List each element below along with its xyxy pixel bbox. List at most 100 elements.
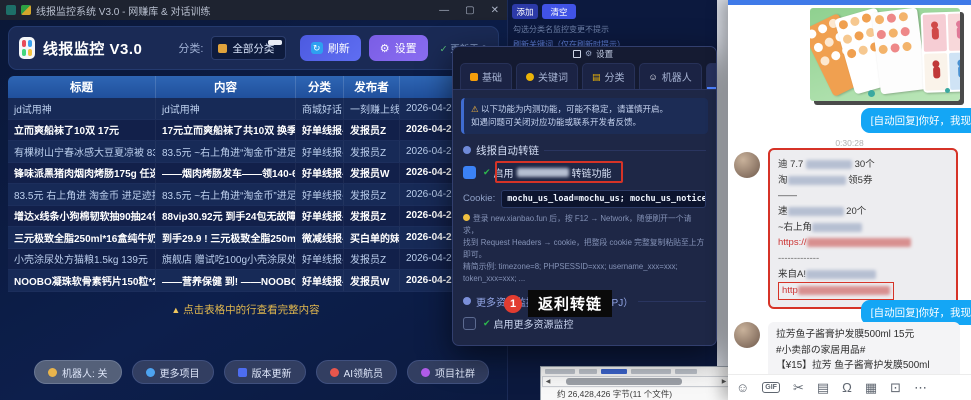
deal-message[interactable]: 拉芳鱼子酱膏护发膜500ml 15元 #小卖部の家居用品# 【¥15】拉芳 鱼子…: [768, 322, 960, 379]
key-icon: [526, 73, 534, 81]
msg-link[interactable]: http: [782, 285, 798, 296]
msg-text: 【¥15】拉芳 鱼子酱膏护发膜500ml: [776, 358, 952, 374]
msg-text: 来自A!: [778, 269, 806, 280]
msg-text: 淘: [778, 175, 788, 186]
people-icon: [463, 297, 471, 305]
table-row[interactable]: 增达x线条小狗棉韧软抽90抽24包 ... 88vip30.92元 到手24包无…: [8, 206, 499, 228]
msg-text: 拉芳鱼子酱膏护发膜500ml 15元: [776, 327, 952, 343]
link-icon: [463, 146, 471, 154]
link-convert-checkbox[interactable]: [463, 166, 476, 179]
scroll-thumb[interactable]: [566, 378, 682, 385]
clear-button[interactable]: 清空: [542, 4, 576, 19]
avatar[interactable]: [734, 152, 760, 178]
editor-window: ◀ ▶ 约 26,428,426 字节(11 个文件): [540, 366, 732, 400]
image-icon[interactable]: ▦: [865, 380, 877, 396]
table-row[interactable]: jd试用神 jd试用神 商城好话 一刻赚上线... 2026-04-22 21:…: [8, 98, 499, 120]
headset-icon[interactable]: Ω: [842, 380, 852, 395]
horizontal-scrollbar[interactable]: ◀ ▶: [542, 376, 730, 387]
scroll-track[interactable]: [553, 377, 719, 386]
redacted-block: [806, 160, 852, 169]
redacted-block: [788, 176, 846, 185]
table-header: 标题 内容 分类 发布者 时间: [8, 76, 499, 98]
flame-icon: [470, 73, 478, 81]
more-resources-checkbox[interactable]: [463, 317, 476, 330]
redacted-deal-message[interactable]: 迪 7.7 30个 淘 领5券 —— 速 20个 ~右上角 https:// -…: [768, 148, 958, 309]
table-row[interactable]: 有棵树山宁春冰感大豆夏凉被 83.5元 83.5元 ~右上角进“淘金币”进足迹.…: [8, 141, 499, 163]
tab-beta[interactable]: ✎ 内测: [706, 63, 717, 89]
tab-keywords[interactable]: 关键词: [516, 63, 578, 89]
settings-button[interactable]: ⚙ 设置: [369, 35, 428, 61]
window-capture-icon[interactable]: ⊡: [890, 380, 901, 396]
row-content: jd试用神: [156, 98, 296, 119]
table-row[interactable]: 83.5元 右上角进 淘金币 进足迹拍 有... 83.5元 ~右上角进“淘金币…: [8, 184, 499, 206]
table-row[interactable]: 锋味派黑猪肉烟肉烤肠175g 任选5件... ——烟肉烤肠发车——领140-60…: [8, 163, 499, 185]
close-button[interactable]: ✕: [491, 5, 499, 16]
table-row[interactable]: 立而爽船袜了10双 17元 17元立而爽船袜了共10双 换季恬后石... 好单线…: [8, 120, 499, 142]
deals-table: 标题 内容 分类 发布者 时间 jd试用神 jd试用神 商城好话 一刻赚上线..…: [8, 76, 499, 292]
emoji-icon[interactable]: ☺: [736, 380, 749, 395]
project-community-button[interactable]: 项目社群: [407, 360, 489, 384]
maximize-button[interactable]: ▢: [465, 5, 474, 16]
cookie-input[interactable]: mochu_us_load=mochu_us; mochu_us_notice.…: [501, 190, 706, 208]
window-title: 线报监控系统 V3.0 - 网赚库 & 对话训练: [36, 3, 434, 18]
category-label: 分类:: [178, 40, 203, 56]
msg-text: #小卖部の家居用品#: [776, 343, 952, 359]
minimize-button[interactable]: —: [439, 5, 449, 16]
sticker-image-message[interactable]: [810, 8, 960, 101]
more-projects-button[interactable]: 更多项目: [132, 360, 214, 384]
table-row[interactable]: 小壳涂尿处方猫粮1.5kg 139元 旗舰店 赠试吃100g小壳涂尿处方猫粮..…: [8, 249, 499, 271]
row-publisher: 发报员Z: [344, 249, 400, 270]
category-select[interactable]: 全部分类: [211, 36, 285, 60]
tab-robot[interactable]: ☺ 机器人: [639, 63, 702, 89]
ai-navigator-button[interactable]: AI领航员: [316, 360, 397, 384]
scroll-left-icon[interactable]: ◀: [543, 378, 553, 385]
row-publisher: 发报员Z: [344, 206, 400, 227]
msg-text: 迪 7.7: [778, 159, 803, 170]
screenshot-canvas: 线报监控系统 V3.0 - 网赚库 & 对话训练 — ▢ ✕ 线报监控 V3.0…: [0, 0, 971, 400]
gear-icon: ⚙: [585, 49, 592, 58]
table-row[interactable]: 三元极致全脂250ml*16盒纯牛奶 29.... 到手29.9 ! 三元极致全…: [8, 227, 499, 249]
gif-icon[interactable]: GIF: [762, 382, 780, 393]
tab-basic[interactable]: 基础: [460, 63, 512, 89]
dialog-title: 设置: [596, 48, 613, 60]
msg-link[interactable]: https://: [778, 237, 807, 248]
refresh-button[interactable]: ↻ 刷新: [300, 35, 361, 61]
check-icon: ✔: [483, 167, 491, 178]
row-publisher: 发报员Z: [344, 184, 400, 205]
row-title: jd试用神: [8, 98, 156, 119]
row-content: 88vip30.92元 到手24包无故障4.48...: [156, 206, 296, 227]
gear-icon: ⚙: [380, 42, 390, 55]
button-label: 机器人: 关: [62, 365, 108, 380]
robot-toggle-button[interactable]: 机器人: 关: [34, 360, 122, 384]
annotation-label: 返利转链: [528, 290, 612, 317]
pencil-icon: ✎: [716, 73, 717, 81]
cookie-label: Cookie:: [463, 193, 495, 204]
droplet-decoration: [945, 88, 950, 93]
label-text: 启用更多资源监控: [494, 316, 574, 331]
cookie-row: Cookie: mochu_us_load=mochu_us; mochu_us…: [463, 190, 706, 208]
warning-icon: ⚠: [471, 104, 479, 114]
row-title: NOOBO凝珠软骨素钙片150粒*2瓶3...: [8, 270, 156, 291]
divider: [544, 150, 706, 151]
tab-categories[interactable]: ▤ 分类: [582, 63, 635, 89]
header-card: 线报监控 V3.0 分类: 全部分类 ↻ 刷新 ⚙ 设置 ✓ 更新于 21:27…: [8, 26, 499, 70]
add-button[interactable]: 添加: [512, 4, 538, 19]
more-icon[interactable]: ⋯: [914, 380, 927, 396]
chat-window: [自动回复]你好，我现 0:30:28 迪 7.7 30个 淘 领5券 —— 速…: [728, 0, 971, 400]
version-update-button[interactable]: 版本更新: [224, 360, 306, 384]
row-category: 微减线报-...: [296, 227, 344, 248]
row-category: 好单线报-...: [296, 163, 344, 184]
settings-tabs: 基础 关键词 ▤ 分类 ☺ 机器人 ✎ 内测: [453, 60, 716, 90]
avatar[interactable]: [734, 322, 760, 348]
msg-text: 20个: [846, 206, 866, 217]
annotation-callout: 1 返利转链: [504, 290, 612, 317]
col-content: 内容: [156, 76, 296, 98]
check-icon: ✔: [483, 318, 491, 329]
row-content: 旗舰店 赠试吃100g小壳涂尿处方猫粮...: [156, 249, 296, 270]
screenshot-scissors-icon[interactable]: ✂: [793, 380, 804, 396]
folder-icon[interactable]: ▤: [817, 380, 829, 396]
redacted-block: [812, 223, 862, 232]
label-prefix: 启用: [494, 165, 514, 180]
auto-reply-bubble[interactable]: [自动回复]你好，我现: [861, 108, 971, 133]
table-row[interactable]: NOOBO凝珠软骨素钙片150粒*2瓶3... ——营养保健 到! ——NOOB…: [8, 270, 499, 292]
